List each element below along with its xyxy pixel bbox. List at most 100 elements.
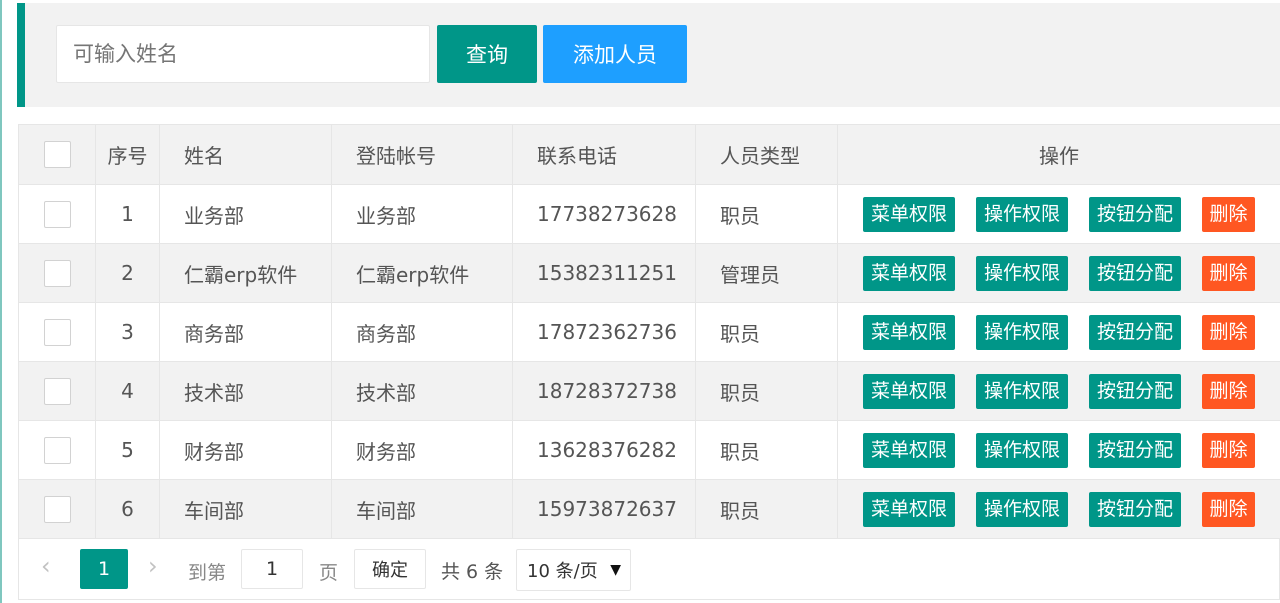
row-name: 商务部 (159, 302, 332, 362)
row-name: 车间部 (159, 479, 332, 539)
header-account: 登陆帐号 (331, 124, 513, 185)
row-select-cell (18, 479, 96, 539)
operation-permission-button[interactable]: 操作权限 (976, 491, 1069, 527)
row-type: 管理员 (695, 243, 838, 303)
row-actions: 菜单权限 操作权限 按钮分配 删除 (837, 302, 1280, 362)
header-type: 人员类型 (695, 124, 838, 185)
button-assign-button[interactable]: 按钮分配 (1089, 373, 1182, 409)
delete-button[interactable]: 删除 (1202, 432, 1256, 468)
staff-table: 序号 姓名 登陆帐号 联系电话 人员类型 操作 1 业务部 业务部 177382… (18, 124, 1280, 539)
row-type: 职员 (695, 302, 838, 362)
menu-permission-button[interactable]: 菜单权限 (863, 314, 956, 350)
menu-permission-button[interactable]: 菜单权限 (863, 373, 956, 409)
page-size-value: 10 条/页 (527, 561, 598, 582)
operation-permission-button[interactable]: 操作权限 (976, 432, 1069, 468)
row-account: 技术部 (331, 361, 513, 421)
delete-button[interactable]: 删除 (1202, 373, 1256, 409)
table-row: 1 业务部 业务部 17738273628 职员 菜单权限 操作权限 按钮分配 … (18, 184, 1280, 244)
button-assign-button[interactable]: 按钮分配 (1089, 196, 1182, 232)
button-assign-button[interactable]: 按钮分配 (1089, 314, 1182, 350)
menu-permission-button[interactable]: 菜单权限 (863, 196, 956, 232)
add-user-button[interactable]: 添加人员 (543, 25, 687, 83)
row-actions: 菜单权限 操作权限 按钮分配 删除 (837, 361, 1280, 421)
delete-button[interactable]: 删除 (1202, 491, 1256, 527)
menu-permission-button[interactable]: 菜单权限 (863, 432, 956, 468)
button-assign-button[interactable]: 按钮分配 (1089, 432, 1182, 468)
row-select-cell (18, 361, 96, 421)
prev-page-icon[interactable]: ‹ (41, 552, 51, 580)
pagination: ‹ 1 › 到第 页 确定 共 6 条 10 条/页 ▼ (18, 538, 1280, 600)
goto-confirm-button[interactable]: 确定 (354, 549, 426, 589)
page-size-select[interactable]: 10 条/页 ▼ (516, 549, 631, 591)
select-all-header (18, 124, 96, 185)
row-actions: 菜单权限 操作权限 按钮分配 删除 (837, 479, 1280, 539)
row-index: 1 (95, 184, 160, 244)
row-actions: 菜单权限 操作权限 按钮分配 删除 (837, 184, 1280, 244)
header-index: 序号 (95, 124, 160, 185)
row-phone: 15382311251 (512, 243, 696, 303)
row-select-cell (18, 184, 96, 244)
table-row: 5 财务部 财务部 13628376282 职员 菜单权限 操作权限 按钮分配 … (18, 420, 1280, 480)
table-row: 4 技术部 技术部 18728372738 职员 菜单权限 操作权限 按钮分配 … (18, 361, 1280, 421)
row-checkbox[interactable] (43, 259, 71, 287)
goto-label: 到第 (188, 562, 227, 584)
row-name: 技术部 (159, 361, 332, 421)
row-checkbox[interactable] (43, 495, 71, 523)
goto-page-input[interactable] (241, 549, 303, 589)
row-select-cell (18, 420, 96, 480)
select-all-checkbox[interactable] (43, 141, 71, 168)
query-button[interactable]: 查询 (437, 25, 537, 83)
row-checkbox[interactable] (43, 377, 71, 405)
delete-button[interactable]: 删除 (1202, 255, 1256, 291)
row-checkbox[interactable] (43, 200, 71, 228)
button-assign-button[interactable]: 按钮分配 (1089, 491, 1182, 527)
row-account: 业务部 (331, 184, 513, 244)
row-phone: 17872362736 (512, 302, 696, 362)
row-index: 2 (95, 243, 160, 303)
table-row: 3 商务部 商务部 17872362736 职员 菜单权限 操作权限 按钮分配 … (18, 302, 1280, 362)
row-phone: 13628376282 (512, 420, 696, 480)
row-index: 4 (95, 361, 160, 421)
row-account: 仁霸erp软件 (331, 243, 513, 303)
row-name: 业务部 (159, 184, 332, 244)
caret-down-icon: ▼ (610, 562, 621, 578)
header-actions: 操作 (837, 124, 1280, 185)
row-name: 仁霸erp软件 (159, 243, 332, 303)
row-select-cell (18, 243, 96, 303)
page-unit-label: 页 (319, 562, 339, 584)
row-account: 车间部 (331, 479, 513, 539)
total-count: 共 6 条 (441, 561, 504, 583)
row-name: 财务部 (159, 420, 332, 480)
page-1-button[interactable]: 1 (80, 549, 128, 589)
operation-permission-button[interactable]: 操作权限 (976, 373, 1069, 409)
operation-permission-button[interactable]: 操作权限 (976, 196, 1069, 232)
row-type: 职员 (695, 184, 838, 244)
row-index: 6 (95, 479, 160, 539)
row-account: 财务部 (331, 420, 513, 480)
row-type: 职员 (695, 479, 838, 539)
delete-button[interactable]: 删除 (1202, 314, 1256, 350)
menu-permission-button[interactable]: 菜单权限 (863, 491, 956, 527)
row-phone: 15973872637 (512, 479, 696, 539)
next-page-icon[interactable]: › (148, 552, 158, 580)
row-actions: 菜单权限 操作权限 按钮分配 删除 (837, 420, 1280, 480)
button-assign-button[interactable]: 按钮分配 (1089, 255, 1182, 291)
table-header-row: 序号 姓名 登陆帐号 联系电话 人员类型 操作 (18, 124, 1280, 185)
operation-permission-button[interactable]: 操作权限 (976, 255, 1069, 291)
search-input[interactable] (56, 25, 430, 83)
header-name: 姓名 (159, 124, 332, 185)
row-checkbox[interactable] (43, 318, 71, 346)
row-phone: 17738273628 (512, 184, 696, 244)
row-type: 职员 (695, 361, 838, 421)
row-checkbox[interactable] (43, 436, 71, 464)
left-rail (0, 0, 2, 603)
table-row: 6 车间部 车间部 15973872637 职员 菜单权限 操作权限 按钮分配 … (18, 479, 1280, 539)
row-select-cell (18, 302, 96, 362)
table-row: 2 仁霸erp软件 仁霸erp软件 15382311251 管理员 菜单权限 操… (18, 243, 1280, 303)
row-type: 职员 (695, 420, 838, 480)
menu-permission-button[interactable]: 菜单权限 (863, 255, 956, 291)
header-phone: 联系电话 (512, 124, 696, 185)
operation-permission-button[interactable]: 操作权限 (976, 314, 1069, 350)
delete-button[interactable]: 删除 (1202, 196, 1256, 232)
row-phone: 18728372738 (512, 361, 696, 421)
